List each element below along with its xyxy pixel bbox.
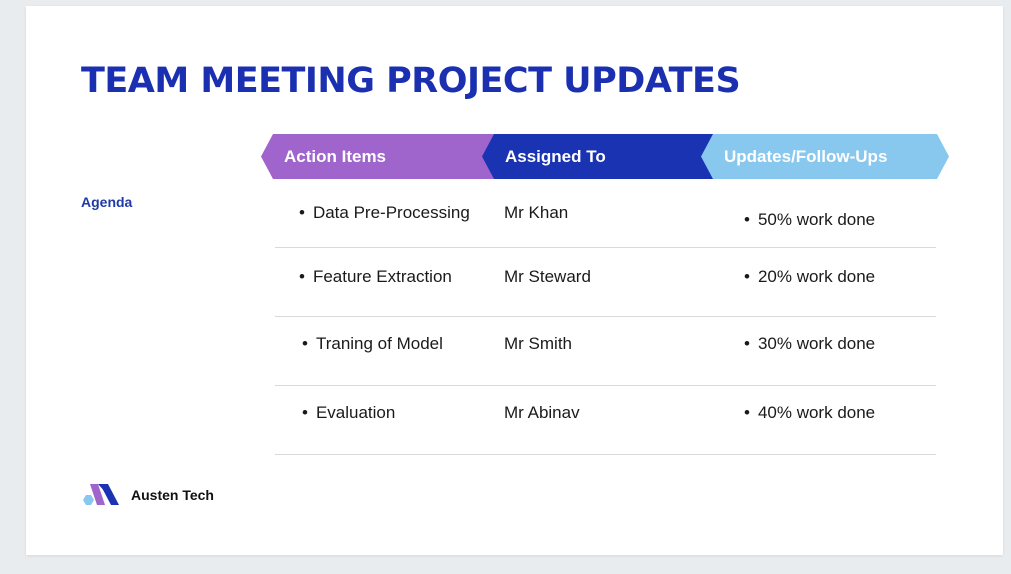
slide: TEAM MEETING PROJECT UPDATES Agenda Acti…: [26, 6, 1003, 555]
header-action-items: Action Items: [261, 134, 496, 179]
table-body: Data Pre-Processing Mr Khan 50% work don…: [275, 179, 936, 455]
slide-title: TEAM MEETING PROJECT UPDATES: [81, 61, 741, 101]
header-assigned-to: Assigned To: [482, 134, 715, 179]
update-cell: 40% work done: [744, 403, 875, 423]
table-row: Feature Extraction Mr Steward 20% work d…: [275, 248, 936, 317]
table-row: Data Pre-Processing Mr Khan 50% work don…: [275, 179, 936, 248]
assigned-to-cell: Mr Smith: [504, 334, 572, 353]
action-item-cell: Data Pre-Processing: [299, 203, 470, 223]
table-header: Action Items Assigned To Updates/Follow-…: [261, 134, 949, 179]
austen-tech-logo-icon: [83, 484, 119, 505]
update-cell: 20% work done: [744, 267, 875, 287]
assigned-to-cell: Mr Abinav: [504, 403, 580, 422]
header-updates: Updates/Follow-Ups: [701, 134, 949, 179]
table-row: Evaluation Mr Abinav 40% work done: [275, 386, 936, 455]
action-item-cell: Evaluation: [302, 403, 395, 423]
action-item-cell: Feature Extraction: [299, 267, 452, 287]
agenda-label: Agenda: [81, 194, 133, 210]
brand-name: Austen Tech: [131, 487, 214, 503]
update-cell: 30% work done: [744, 334, 875, 354]
company-logo: Austen Tech: [81, 484, 214, 506]
update-cell: 50% work done: [744, 210, 875, 230]
table-row: Traning of Model Mr Smith 30% work done: [275, 317, 936, 386]
assigned-to-cell: Mr Steward: [504, 267, 591, 286]
action-item-cell: Traning of Model: [302, 334, 443, 354]
assigned-to-cell: Mr Khan: [504, 203, 569, 222]
